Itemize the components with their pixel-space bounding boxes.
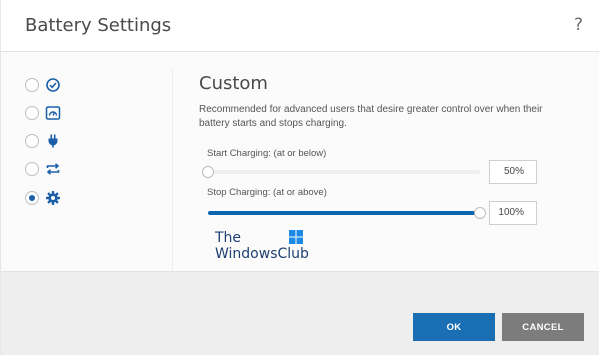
- gear-icon: [45, 190, 61, 206]
- start-charging-value[interactable]: 50%: [489, 160, 537, 184]
- radio-express[interactable]: [25, 162, 39, 176]
- start-charging-slider[interactable]: [202, 166, 480, 178]
- dialog-header: Battery Settings ?: [1, 0, 599, 52]
- radio-ac-use[interactable]: [25, 134, 39, 148]
- start-charging-slider-thumb[interactable]: [202, 166, 214, 178]
- section-title: Custom: [199, 73, 268, 94]
- dialog-title: Battery Settings: [25, 15, 172, 36]
- start-charging-label: Start Charging: (at or below): [207, 148, 327, 159]
- watermark-line-2: WindowsClub: [215, 246, 309, 262]
- mode-option-express[interactable]: [25, 160, 85, 178]
- help-button[interactable]: ?: [574, 15, 583, 35]
- stop-charging-label: Stop Charging: (at or above): [207, 187, 327, 198]
- stop-charging-slider-thumb[interactable]: [474, 207, 486, 219]
- dialog-footer: OK CANCEL: [1, 271, 599, 355]
- mode-option-ac-use[interactable]: [25, 132, 85, 150]
- radio-adaptive[interactable]: [25, 106, 39, 120]
- radio-custom[interactable]: [25, 191, 39, 205]
- mode-option-standard[interactable]: [25, 76, 85, 94]
- plug-icon: [45, 133, 61, 149]
- mode-option-adaptive[interactable]: [25, 104, 85, 122]
- mode-sidebar: [17, 68, 173, 273]
- stop-charging-slider-fill: [208, 211, 480, 215]
- stop-charging-value[interactable]: 100%: [489, 201, 537, 225]
- thewindowsclub-watermark: The WindowsClub: [215, 230, 309, 262]
- ok-button[interactable]: OK: [413, 313, 495, 341]
- check-circle-icon: [45, 77, 61, 93]
- stop-charging-slider[interactable]: [208, 207, 486, 219]
- custom-panel: Custom Recommended for advanced users th…: [199, 73, 579, 131]
- windows-logo-icon: [289, 230, 303, 244]
- gauge-icon: [45, 105, 61, 121]
- mode-option-custom[interactable]: [25, 189, 85, 207]
- cycle-arrows-icon: [45, 161, 61, 177]
- radio-standard[interactable]: [25, 78, 39, 92]
- section-description: Recommended for advanced users that desi…: [199, 104, 543, 129]
- cancel-button[interactable]: CANCEL: [502, 313, 584, 341]
- battery-settings-dialog: Battery Settings ? Custom Recommended fo…: [0, 0, 599, 355]
